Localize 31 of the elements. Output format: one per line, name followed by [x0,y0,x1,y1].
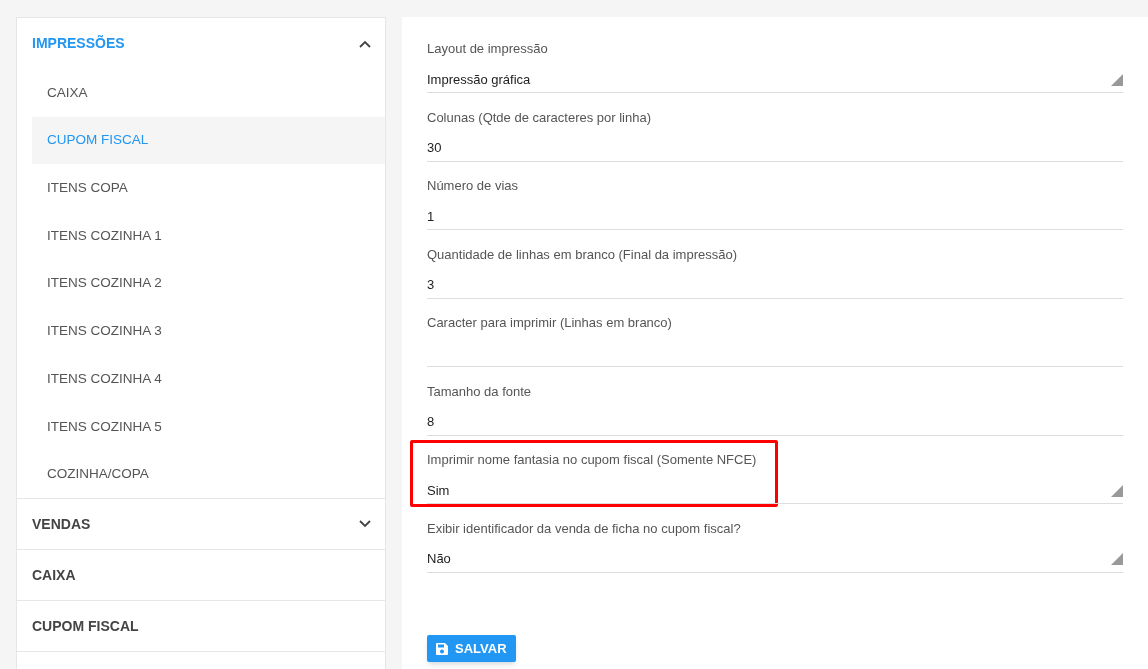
sidebar-item[interactable]: ITENS COZINHA 1 [32,212,385,260]
field-label: Quantidade de linhas em branco (Final da impressão) [427,245,737,264]
input-field[interactable]: 30 [427,135,1123,162]
sidebar-item[interactable]: ITENS COZINHA 2 [32,259,385,308]
select-field[interactable]: Sim [427,478,1123,504]
field-label: Imprimir nome fantasia no cupom fiscal (Somente NFCE) [427,451,757,469]
field-label: Exibir identificador da venda de ficha no cupom fiscal? [427,519,741,538]
section-header[interactable]: CAIXA [32,564,76,586]
field-label: Tamanho da fonte [427,382,532,401]
dropdown-triangle-icon[interactable] [1111,73,1123,86]
sidebar-item[interactable]: ITENS COZINHA 3 [32,307,385,356]
input-field[interactable]: 8 [427,409,1123,436]
chevron-down-icon[interactable] [359,520,371,529]
sidebar-item[interactable]: ITENS COZINHA 5 [32,402,385,451]
field-label: Colunas (Qtde de caracteres por linha) [427,108,651,127]
input-field[interactable]: 1 [427,204,1123,230]
field-label: Layout de impressão [427,40,548,58]
chevron-up-icon[interactable] [359,39,371,48]
select-field[interactable]: Impressão gráfica [427,67,1123,93]
sidebar-item[interactable]: ITENS COZINHA 4 [32,355,385,403]
field-label: Número de vias [427,177,519,195]
field-label: Caracter para imprimir (Linhas em branco) [427,314,672,332]
input-field[interactable]: 3 [427,272,1123,299]
sidebar-item[interactable]: CAIXA [32,69,385,117]
dropdown-triangle-icon[interactable] [1111,484,1123,497]
section-header[interactable]: CUPOM FISCAL [32,615,139,637]
sidebar-item[interactable]: ITENS COPA [32,164,385,213]
dropdown-triangle-icon[interactable] [1111,553,1123,565]
section-header[interactable]: VENDAS [32,513,91,535]
select-field[interactable]: Não [427,546,1123,573]
sidebar-item[interactable]: COZINHA/COPA [32,450,385,499]
